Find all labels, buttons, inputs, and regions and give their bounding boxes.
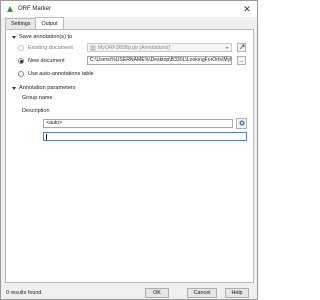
window-title: ORF Marker [18,6,51,12]
new-document-label: New document [28,58,65,64]
ok-button[interactable]: OK [145,288,169,298]
text-cursor [46,133,47,140]
orf-app-icon [6,5,14,13]
auto-annotations-label: Use auto-annotations table [28,71,94,77]
cancel-button[interactable]: Cancel [187,288,217,298]
description-label: Description [22,108,50,114]
browse-button[interactable]: ... [237,56,246,65]
help-button[interactable]: Help [225,288,249,298]
annotation-parameters-group-header[interactable]: Annotation parameters [12,85,76,91]
existing-document-label: Existing document [28,45,73,51]
collapse-caret-icon [12,86,16,90]
annotation-parameters-title: Annotation parameters [19,85,76,91]
existing-document-option[interactable]: Existing document [18,45,73,51]
close-icon[interactable]: ✕ [237,1,257,17]
existing-document-combo[interactable]: MyORF360Bp.gb [Annotations] [87,43,232,52]
existing-document-value: MyORF360Bp.gb [Annotations] [98,44,170,51]
group-name-input[interactable]: <auto> [43,119,233,128]
tab-bar: Settings Output [5,17,64,29]
auto-annotations-radio[interactable] [18,71,24,77]
status-bar: 0 results found. [1,286,257,300]
auto-annotations-option[interactable]: Use auto-annotations table [18,71,94,77]
description-input[interactable] [43,132,247,141]
save-annotations-group-header[interactable]: Save annotation(s) to [12,34,72,40]
output-panel: Save annotation(s) to Existing document … [5,29,254,283]
title-bar: ORF Marker ✕ [1,1,257,17]
existing-document-radio[interactable] [18,45,24,51]
group-name-settings-button[interactable] [236,118,247,129]
results-count: 0 results found. [6,290,43,296]
new-document-radio[interactable] [18,58,24,64]
group-name-label: Group name [22,95,53,101]
collapse-caret-icon [12,35,16,39]
new-document-path-input[interactable]: C:\Users\%USERNAME%\Desktop\B330L\Lookin… [87,56,232,65]
chevron-down-icon [225,47,229,49]
orf-marker-dialog: ORF Marker ✕ Settings Output Save annota… [0,0,258,300]
save-annotations-title: Save annotation(s) to [19,34,73,40]
new-document-option[interactable]: New document [18,58,65,64]
document-icon [90,45,96,51]
existing-document-link-button[interactable] [237,43,246,52]
gear-icon [238,119,246,129]
tab-output[interactable]: Output [35,17,64,29]
tab-settings[interactable]: Settings [5,18,37,29]
link-icon [239,44,245,52]
